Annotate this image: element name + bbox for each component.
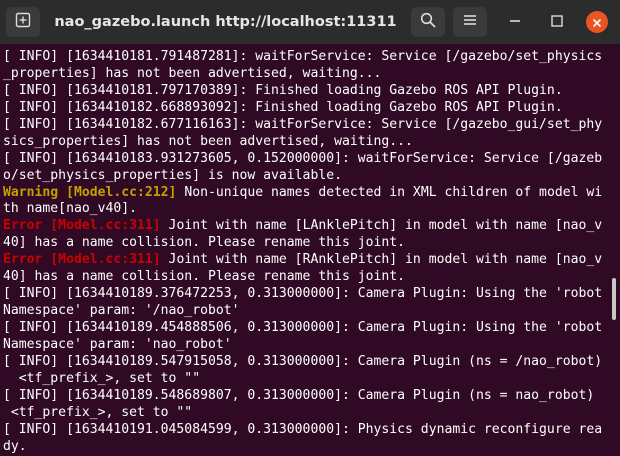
close-icon — [592, 13, 602, 32]
title-bar: nao_gazebo.launch http://localhost:11311 — [0, 0, 620, 44]
log-text: [ INFO] [1634410189.454888506, 0.3130000… — [3, 320, 603, 335]
log-text: o/set_physics_properties] is now availab… — [3, 167, 342, 183]
close-button[interactable] — [586, 11, 608, 33]
terminal-line: [ INFO] [1634410182.677116163]: waitForS… — [3, 117, 608, 134]
log-text: Namespace' param: 'nao_robot' — [3, 336, 232, 352]
error-tag: Error [Model.cc:311] — [3, 252, 161, 268]
search-icon — [420, 12, 436, 32]
terminal-line: Error [Model.cc:311] Joint with name [RA… — [3, 252, 608, 269]
terminal-line: 40] has a name collision. Please rename … — [3, 235, 608, 252]
log-text: Non-unique names detected in XML childre… — [176, 184, 603, 200]
log-text: sics_properties] has not been advertised… — [3, 133, 413, 149]
terminal-line: [ INFO] [1634410181.797170389]: Finished… — [3, 83, 608, 100]
terminal-line: <tf_prefix_>, set to "" — [3, 405, 608, 422]
minimize-icon — [508, 13, 522, 32]
minimize-button[interactable] — [507, 14, 523, 30]
window-title: nao_gazebo.launch http://localhost:11311 — [54, 14, 397, 30]
terminal-line: [ INFO] [1634410189.376472253, 0.3130000… — [3, 286, 608, 303]
log-text: <tf_prefix_>, set to "" — [3, 404, 193, 420]
log-text: [ INFO] [1634410183.931273605, 0.1520000… — [3, 150, 603, 166]
menu-button[interactable] — [453, 7, 487, 37]
log-text: [ INFO] [1634410189.547915058, 0.3130000… — [3, 353, 603, 369]
scrollbar-thumb[interactable] — [612, 278, 616, 320]
terminal-line: [ INFO] [1634410182.668893092]: Finished… — [3, 100, 608, 117]
terminal-line: [ INFO] [1634410183.931273605, 0.1520000… — [3, 151, 608, 168]
error-tag: Error [Model.cc:311] — [3, 218, 161, 234]
terminal-line: [ INFO] [1634410189.547915058, 0.3130000… — [3, 354, 608, 371]
terminal-line: [ INFO] [1634410191.045084599, 0.3130000… — [3, 422, 608, 439]
log-text: [ INFO] [1634410181.791487281]: waitForS… — [3, 49, 603, 64]
log-text: 40] has a name collision. Please rename … — [3, 269, 406, 285]
log-text: 40] has a name collision. Please rename … — [3, 235, 406, 251]
hamburger-menu-icon — [462, 12, 478, 32]
maximize-button[interactable] — [549, 14, 565, 30]
log-text: [ INFO] [1634410182.668893092]: Finished… — [3, 99, 563, 115]
terminal-line: [ INFO] [1634410189.548689807, 0.3130000… — [3, 388, 608, 405]
log-text: dy. — [3, 438, 27, 454]
log-text: Joint with name [LAnklePitch] in model w… — [160, 218, 603, 234]
terminal-lines: [ INFO] [1634410181.791487281]: waitForS… — [3, 49, 608, 456]
terminal-line: Warning [Model.cc:212] Non-unique names … — [3, 185, 608, 202]
log-text: [ INFO] [1634410182.677116163]: waitForS… — [3, 116, 603, 132]
terminal-line: [ INFO] [1634410189.454888506, 0.3130000… — [3, 320, 608, 337]
log-text: [ INFO] [1634410189.376472253, 0.3130000… — [3, 286, 603, 302]
terminal-line: o/set_physics_properties] is now availab… — [3, 168, 608, 185]
terminal-line: Namespace' param: '/nao_robot' — [3, 303, 608, 320]
log-text: Namespace' param: '/nao_robot' — [3, 303, 240, 319]
log-text: [ INFO] [1634410181.797170389]: Finished… — [3, 82, 563, 98]
terminal-line: dy. — [3, 439, 608, 456]
terminal-line: sics_properties] has not been advertised… — [3, 134, 608, 151]
terminal-line: <tf_prefix_>, set to "" — [3, 371, 608, 388]
terminal-line: Namespace' param: 'nao_robot' — [3, 337, 608, 354]
log-text: [ INFO] [1634410191.045084599, 0.3130000… — [3, 421, 603, 437]
maximize-icon — [550, 13, 564, 32]
log-text: [ INFO] [1634410189.548689807, 0.3130000… — [3, 387, 595, 403]
log-text: _properties] has not been advertised, wa… — [3, 65, 382, 81]
log-text: th name[nao_v40]. — [3, 201, 138, 217]
new-tab-icon — [15, 12, 31, 32]
log-text: Joint with name [RAnklePitch] in model w… — [160, 252, 603, 268]
terminal-line: _properties] has not been advertised, wa… — [3, 66, 608, 83]
terminal-line: [ INFO] [1634410181.791487281]: waitForS… — [3, 49, 608, 66]
terminal-line: th name[nao_v40]. — [3, 201, 608, 218]
terminal-line: 40] has a name collision. Please rename … — [3, 269, 608, 286]
search-button[interactable] — [411, 7, 445, 37]
terminal-line: Error [Model.cc:311] Joint with name [LA… — [3, 218, 608, 235]
terminal-output[interactable]: [ INFO] [1634410181.791487281]: waitForS… — [0, 44, 620, 456]
warning-tag: Warning [Model.cc:212] — [3, 184, 177, 200]
log-text: <tf_prefix_>, set to "" — [3, 370, 201, 386]
new-tab-button[interactable] — [6, 7, 40, 37]
